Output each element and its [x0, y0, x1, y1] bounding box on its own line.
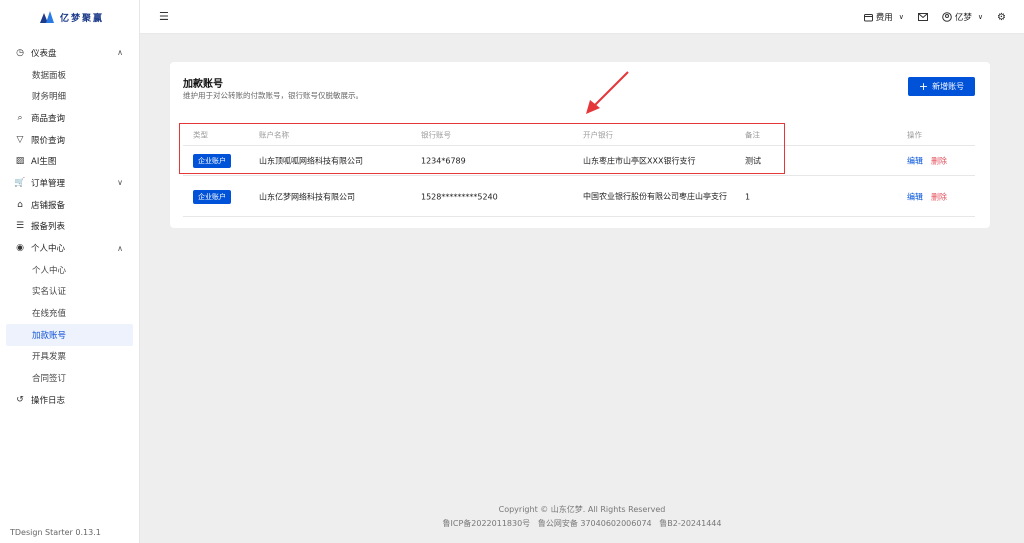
mail-button[interactable] — [917, 13, 928, 21]
list-icon: ☰ — [15, 221, 25, 232]
logo[interactable]: 亿梦聚赢 — [0, 0, 139, 34]
b2-license-link[interactable]: 鲁B2-20241444 — [659, 519, 721, 528]
icp-link[interactable]: 鲁ICP备2022011830号 — [443, 519, 531, 528]
sidebar-item-label: 商品查询 — [31, 113, 66, 124]
sidebar-subitem[interactable]: 开具发票 — [6, 346, 133, 368]
sidebar-nav: ◷ 仪表盘 ∧ 数据面板 财务明细 ⌕ 商品查询 ▽ 限价查询 ▨ AI生图 🛒 订单管理 ∨ ⌂ 店铺报备 ☰… — [0, 34, 139, 411]
filter-icon: ▽ — [16, 134, 24, 145]
highlight-box-annotation — [179, 123, 785, 174]
table-row: 企业账户 山东亿梦网络科技有限公司 1528*********5240 中国农业… — [183, 177, 975, 217]
chevron-down-icon: ∨ — [117, 178, 123, 188]
dashboard-icon: ◷ — [16, 47, 24, 58]
add-account-label: 新增账号 — [932, 82, 965, 91]
sidebar-subitem[interactable]: 在线充值 — [6, 302, 133, 324]
history-icon: ↺ — [16, 394, 24, 405]
edit-link[interactable]: 编辑 — [907, 192, 923, 201]
sidebar-subitem[interactable]: 合同签订 — [6, 367, 133, 389]
user-label: 亿梦 — [954, 13, 972, 23]
sidebar-item-label: AI生图 — [31, 157, 57, 168]
chevron-up-icon: ∧ — [117, 48, 123, 58]
chevron-down-icon: ∨ — [898, 13, 904, 21]
sidebar-item-label: 店铺报备 — [31, 200, 66, 211]
sidebar-item-label: 仪表盘 — [31, 48, 57, 59]
edit-link[interactable]: 编辑 — [907, 157, 923, 166]
note: 1 — [745, 192, 751, 201]
logo-text: 亿梦聚赢 — [60, 13, 105, 24]
cart-icon: 🛒 — [14, 177, 26, 188]
sidebar-item-2[interactable]: ▽ 限价查询 — [6, 129, 133, 151]
police-record-link[interactable]: 鲁公网安备 37040602006074 — [538, 519, 652, 528]
column-header-actions: 操作 — [907, 130, 922, 139]
image-icon: ▨ — [15, 156, 25, 167]
add-account-button[interactable]: + 新增账号 — [908, 77, 975, 96]
sidebar-item-label: 个人中心 — [31, 244, 66, 255]
sidebar-subitem[interactable]: 数据面板 — [6, 64, 133, 86]
footer: Copyright © 山东亿梦. All Rights Reserved 鲁I… — [140, 503, 1024, 531]
search-icon: ⌕ — [17, 112, 23, 123]
arrow-annotation-icon — [586, 71, 629, 114]
sidebar-item-label: 限价查询 — [31, 135, 66, 146]
cost-menu[interactable]: 费用 ∨ — [863, 11, 904, 23]
sidebar-item-7[interactable]: ◉ 个人中心 ∧ — [6, 237, 133, 259]
top-header: ☰ 费用 ∨ 亿梦 ∨ ⚙ — [140, 0, 1024, 34]
user-circle-icon — [942, 12, 952, 22]
delete-link[interactable]: 删除 — [931, 157, 947, 166]
sidebar: 亿梦聚赢 ◷ 仪表盘 ∧ 数据面板 财务明细 ⌕ 商品查询 ▽ 限价查询 ▨ AI生图 🛒 订单管理 ∨ ⌂… — [0, 0, 140, 543]
chevron-down-icon: ∨ — [977, 13, 984, 21]
delete-link[interactable]: 删除 — [931, 192, 947, 201]
sidebar-item-0[interactable]: ◷ 仪表盘 ∧ — [6, 42, 133, 64]
page-description: 维护用于对公转账的付款账号，银行账号仅脱敏展示。 — [183, 91, 363, 100]
sidebar-item-label: 订单管理 — [31, 178, 66, 189]
copyright-text: Copyright © 山东亿梦. All Rights Reserved — [498, 505, 666, 514]
sidebar-item-label: 报备列表 — [31, 222, 66, 233]
menu-toggle-icon[interactable]: ☰ — [159, 10, 169, 23]
wallet-icon — [863, 13, 873, 21]
mail-icon — [917, 13, 928, 21]
sidebar-subitem[interactable]: 加款账号 — [6, 323, 133, 346]
sidebar-item-label: 操作日志 — [31, 395, 66, 406]
sidebar-subitem[interactable]: 财务明细 — [6, 85, 133, 107]
sidebar-subitem[interactable]: 实名认证 — [6, 281, 133, 303]
account-name: 山东亿梦网络科技有限公司 — [259, 192, 355, 201]
logo-mark-icon — [40, 11, 54, 23]
sidebar-item-1[interactable]: ⌕ 商品查询 — [6, 107, 133, 129]
account-type-badge: 企业账户 — [193, 189, 231, 204]
settings-button[interactable]: ⚙ — [997, 12, 1006, 23]
bank-name: 中国农业银行股份有限公司枣庄山亭支行 — [583, 191, 727, 201]
sidebar-subitem[interactable]: 个人中心 — [6, 259, 133, 281]
shop-icon: ⌂ — [17, 199, 23, 210]
sidebar-item-4[interactable]: 🛒 订单管理 ∨ — [6, 172, 133, 194]
sidebar-item-5[interactable]: ⌂ 店铺报备 — [6, 194, 133, 216]
user-circle-icon: ◉ — [16, 243, 24, 254]
page-title: 加款账号 — [183, 79, 223, 90]
sidebar-item-3[interactable]: ▨ AI生图 — [6, 150, 133, 172]
cost-label: 费用 — [875, 13, 893, 23]
gear-icon: ⚙ — [997, 11, 1006, 23]
chevron-up-icon: ∧ — [117, 243, 123, 253]
sidebar-item-8[interactable]: ↺ 操作日志 — [6, 389, 133, 411]
sidebar-item-6[interactable]: ☰ 报备列表 — [6, 216, 133, 238]
user-menu[interactable]: 亿梦 ∨ — [942, 11, 983, 23]
bank-account-number: 1528*********5240 — [421, 192, 498, 201]
version-label: TDesign Starter 0.13.1 — [10, 528, 101, 537]
plus-icon: + — [918, 79, 929, 93]
